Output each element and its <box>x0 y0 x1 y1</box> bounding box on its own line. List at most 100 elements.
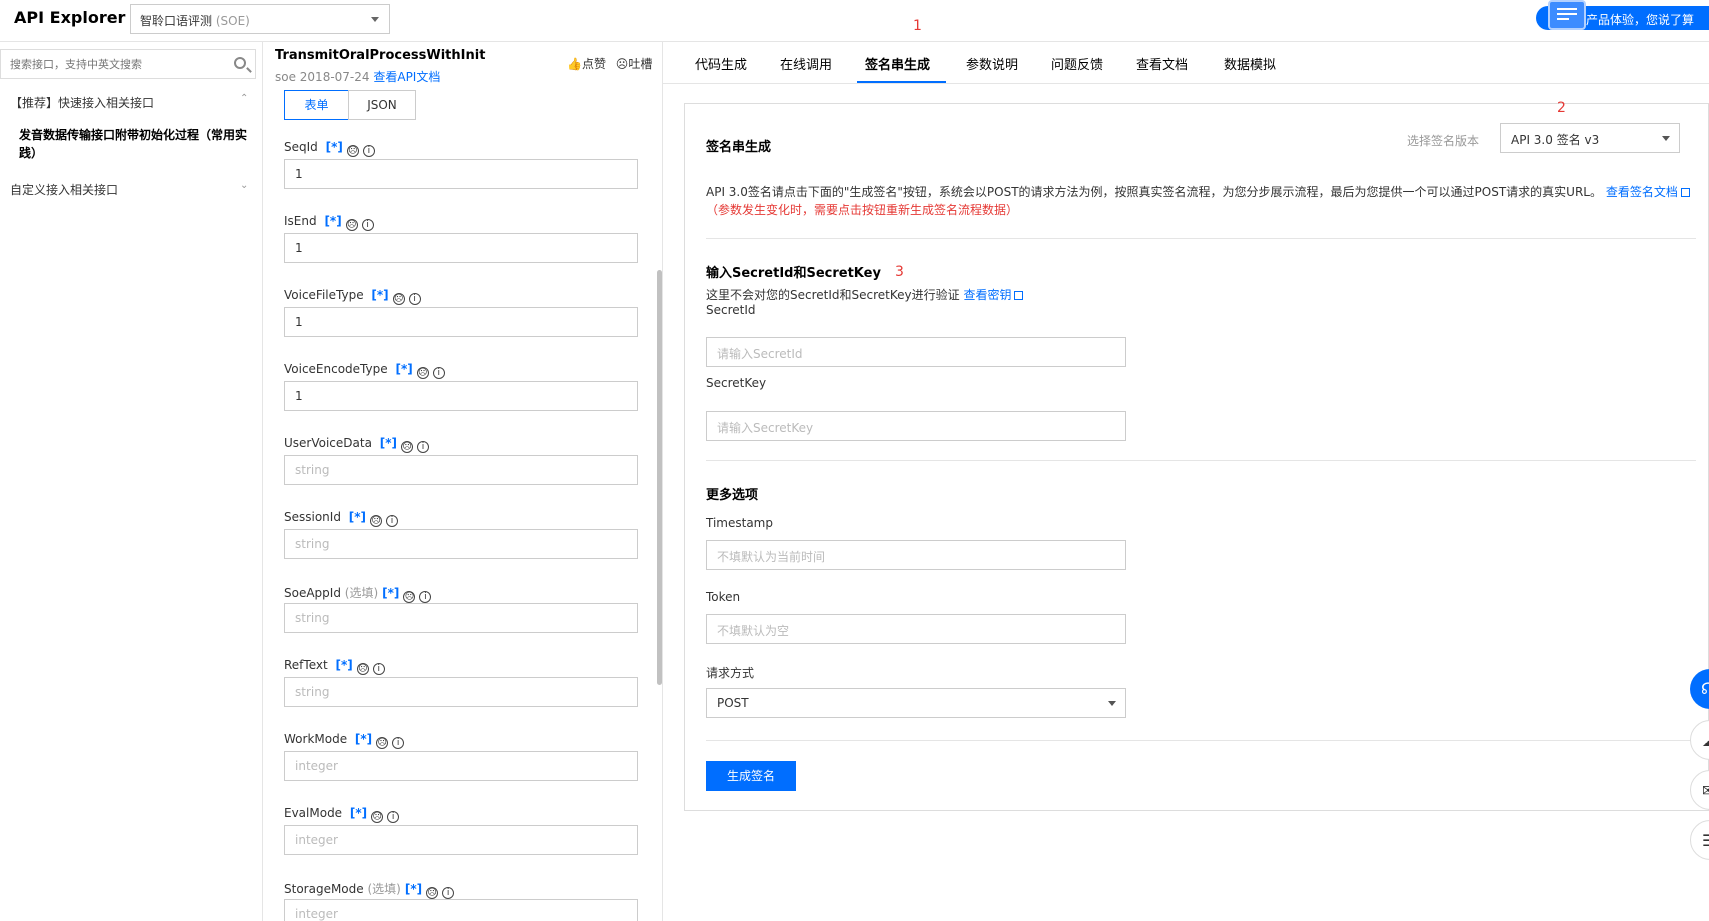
sidebar-group-label: 自定义接入相关接口 <box>10 183 119 197</box>
param-name: SoeAppId <box>284 586 341 600</box>
generate-signature-button[interactable]: 生成签名 <box>706 761 796 791</box>
param-required-badge[interactable]: [*] <box>350 806 367 820</box>
tab-view-docs[interactable]: 查看文档 <box>1136 54 1188 73</box>
signature-doc-link[interactable]: 查看签名文档 <box>1606 185 1690 199</box>
external-link-icon <box>1680 188 1690 197</box>
signature-version-select[interactable]: API 3.0 签名 v3 <box>1500 123 1680 153</box>
secret-key-input[interactable]: 请输入SecretKey <box>706 411 1126 441</box>
signature-version-value: API 3.0 签名 v3 <box>1511 133 1600 147</box>
api-name: TransmitOralProcessWithInit <box>275 48 486 63</box>
param-label: SessionId [*] ☹ i <box>284 510 399 527</box>
regenerate-warning: （参数发生变化时，需要点击按钮重新生成签名流程数据） <box>706 203 1019 217</box>
search-input[interactable] <box>1 50 221 78</box>
param-name: VoiceFileType <box>284 288 364 302</box>
sad-face-icon: ☹ <box>615 57 629 71</box>
feedback-face-icon[interactable]: ☹ <box>392 293 405 305</box>
feedback-face-icon[interactable]: ☹ <box>371 811 384 823</box>
feedback-face-icon[interactable]: ☹ <box>345 219 358 231</box>
info-icon[interactable]: i <box>419 591 432 603</box>
param-input[interactable]: integer <box>284 899 638 921</box>
chevron-up-icon: ⌃ <box>240 93 249 104</box>
sidebar-group-custom[interactable]: 自定义接入相关接口 ⌄ <box>10 180 248 198</box>
param-label: UserVoiceData [*] ☹ i <box>284 436 430 453</box>
tab-code-gen[interactable]: 代码生成 <box>695 54 747 73</box>
list-icon: ☰ <box>1702 831 1709 850</box>
feedback-face-icon[interactable]: ☹ <box>403 591 416 603</box>
params-pane: TransmitOralProcessWithInit soe 2018-07-… <box>263 42 663 921</box>
more-float-button[interactable]: ☰ <box>1690 820 1709 860</box>
tab-signature[interactable]: 签名串生成 <box>865 54 930 73</box>
feedback-face-icon[interactable]: ☹ <box>356 663 369 675</box>
param-required-badge[interactable]: [*] <box>380 436 397 450</box>
info-icon[interactable]: i <box>417 441 430 453</box>
param-required-badge[interactable]: [*] <box>349 510 366 524</box>
param-input[interactable]: string <box>284 603 638 633</box>
secret-id-input[interactable]: 请输入SecretId <box>706 337 1126 367</box>
param-required-badge[interactable]: [*] <box>326 140 343 154</box>
param-input[interactable]: string <box>284 677 638 707</box>
tab-form[interactable]: 表单 <box>284 90 349 120</box>
product-select[interactable]: 智聆口语评测 (SOE) <box>130 4 390 34</box>
api-doc-link[interactable]: 查看API文档 <box>373 70 440 84</box>
param-row: UserVoiceData [*] ☹ i string <box>284 436 638 488</box>
param-input[interactable]: 1 <box>284 159 638 189</box>
info-icon[interactable]: i <box>372 663 385 675</box>
like-button[interactable]: 👍点赞 <box>567 57 606 71</box>
info-icon[interactable]: i <box>408 293 421 305</box>
method-select[interactable]: POST <box>706 688 1126 718</box>
param-required-badge[interactable]: [*] <box>371 288 388 302</box>
param-name: IsEnd <box>284 214 317 228</box>
param-input[interactable]: integer <box>284 751 638 781</box>
param-required-badge[interactable]: [*] <box>405 882 422 896</box>
param-required-badge[interactable]: [*] <box>336 658 353 672</box>
chevron-down-icon <box>371 17 379 22</box>
param-input[interactable]: 1 <box>284 307 638 337</box>
info-icon[interactable]: i <box>432 367 445 379</box>
sidebar-item-selected[interactable]: 发音数据传输接口附带初始化过程（常用实践） <box>19 126 252 162</box>
sidebar-group-recommended[interactable]: 【推荐】快速接入相关接口 ⌃ <box>10 93 248 111</box>
param-label: VoiceEncodeType [*] ☹ i <box>284 362 445 379</box>
timestamp-input[interactable]: 不填默认为当前时间 <box>706 540 1126 570</box>
feedback-face-icon[interactable]: ☹ <box>376 737 389 749</box>
feedback-button[interactable]: 产品体验，您说了算 <box>1536 0 1709 30</box>
param-input[interactable]: 1 <box>284 233 638 263</box>
complain-button[interactable]: ☹吐槽 <box>616 57 653 71</box>
param-input[interactable]: string <box>284 529 638 559</box>
chevron-down-icon <box>1662 136 1670 141</box>
param-input[interactable]: 1 <box>284 381 638 411</box>
info-icon[interactable]: i <box>392 737 405 749</box>
feedback-face-icon[interactable]: ☹ <box>370 515 383 527</box>
param-input[interactable]: string <box>284 455 638 485</box>
param-row: SoeAppId (选填) [*] ☹ i string <box>284 584 638 636</box>
param-required-badge[interactable]: [*] <box>355 732 372 746</box>
tab-json[interactable]: JSON <box>348 90 416 120</box>
tab-online-call[interactable]: 在线调用 <box>780 54 832 73</box>
info-icon[interactable]: i <box>442 887 455 899</box>
feedback-face-icon[interactable]: ☹ <box>401 441 414 453</box>
method-label: 请求方式 <box>706 666 755 680</box>
divider <box>706 238 1696 239</box>
info-icon[interactable]: i <box>361 219 374 231</box>
info-icon[interactable]: i <box>387 811 400 823</box>
param-label: WorkMode [*] ☹ i <box>284 732 405 749</box>
param-required-badge[interactable]: [*] <box>324 214 341 228</box>
tab-param-doc[interactable]: 参数说明 <box>966 54 1018 73</box>
view-keys-link[interactable]: 查看密钥 <box>963 288 1024 302</box>
divider <box>706 460 1696 461</box>
params-scrollbar[interactable] <box>657 270 662 685</box>
chevron-down-icon: ⌄ <box>240 180 249 191</box>
search-icon[interactable] <box>234 57 246 69</box>
key-note-text: 这里不会对您的SecretId和SecretKey进行验证 <box>706 288 960 302</box>
param-required-badge[interactable]: [*] <box>382 586 399 600</box>
param-input[interactable]: integer <box>284 825 638 855</box>
feedback-face-icon[interactable]: ☹ <box>416 367 429 379</box>
tab-mock-data[interactable]: 数据模拟 <box>1224 54 1276 73</box>
version-hint: 选择签名版本 <box>1407 134 1480 148</box>
token-input[interactable]: 不填默认为空 <box>706 614 1126 644</box>
info-icon[interactable]: i <box>362 145 375 157</box>
param-required-badge[interactable]: [*] <box>395 362 412 376</box>
feedback-face-icon[interactable]: ☹ <box>426 887 439 899</box>
info-icon[interactable]: i <box>386 515 399 527</box>
tab-feedback[interactable]: 问题反馈 <box>1051 54 1103 73</box>
feedback-face-icon[interactable]: ☹ <box>346 145 359 157</box>
